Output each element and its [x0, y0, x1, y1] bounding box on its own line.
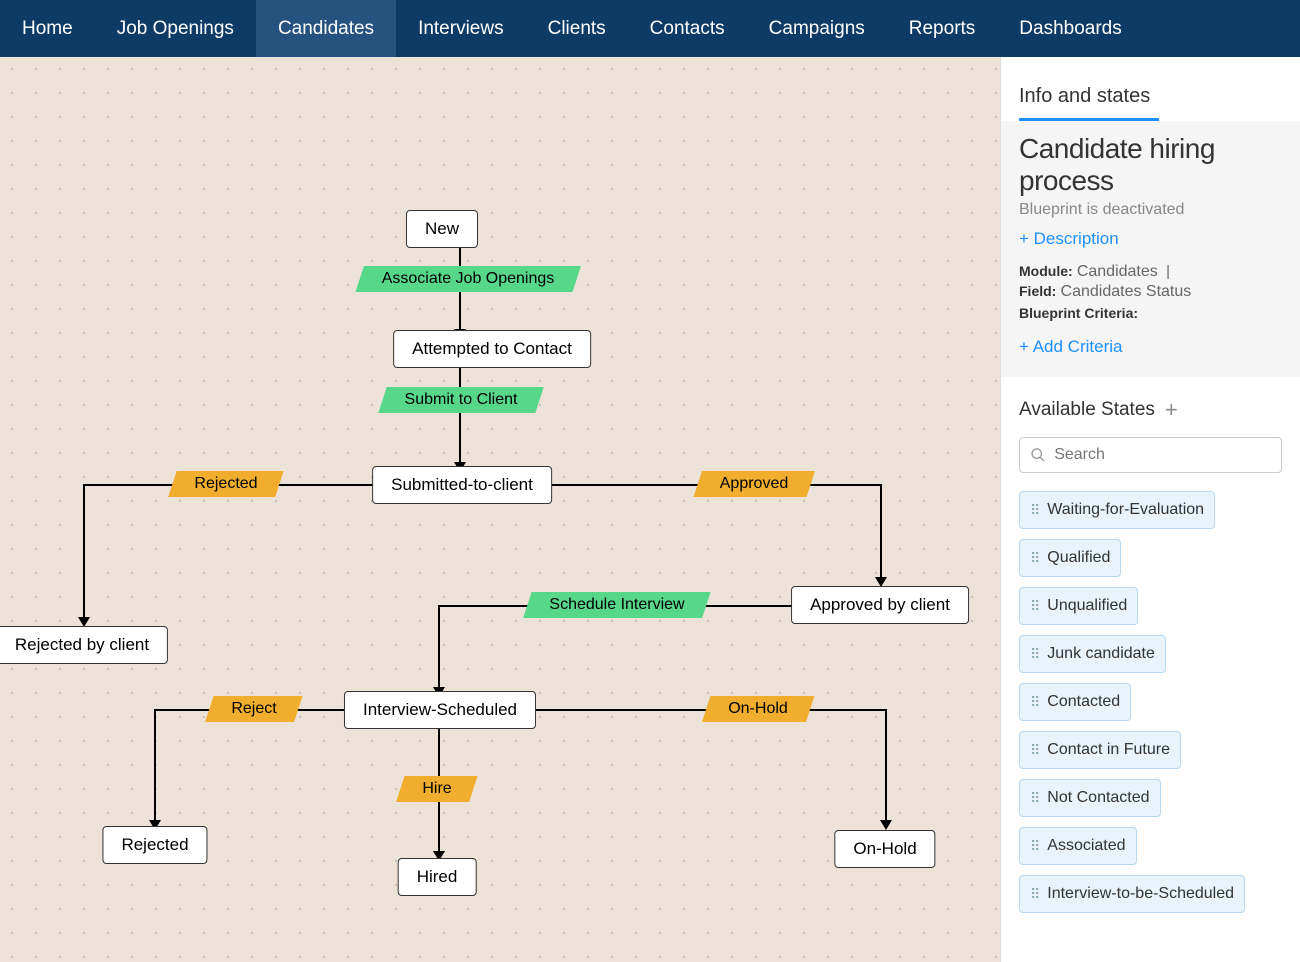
blueprint-status: Blueprint is deactivated: [1019, 201, 1282, 219]
grip-icon: ⠿: [1030, 694, 1039, 711]
grip-icon: ⠿: [1030, 646, 1039, 663]
transition-submit-to-client[interactable]: Submit to Client: [378, 387, 543, 413]
grip-icon: ⠿: [1030, 838, 1039, 855]
nav-tab-clients[interactable]: Clients: [526, 0, 628, 57]
side-panel: Info and states Candidate hiring process…: [1000, 57, 1300, 962]
transition-associate[interactable]: Associate Job Openings: [356, 266, 581, 292]
state-node-hired[interactable]: Hired: [398, 858, 477, 896]
state-chip[interactable]: ⠿ Associated: [1019, 827, 1137, 865]
available-states-title: Available States +: [1019, 397, 1282, 423]
arrowhead-icon: [880, 820, 892, 830]
available-states-section: Available States + ⠿ Waiting-for-Evaluati…: [1001, 377, 1300, 933]
state-chip[interactable]: ⠿ Waiting-for-Evaluation: [1019, 491, 1215, 529]
blueprint-title: Candidate hiring process: [1019, 133, 1282, 197]
state-chip-label: Contacted: [1047, 693, 1120, 711]
state-chip[interactable]: ⠿ Interview-to-be-Scheduled: [1019, 875, 1245, 913]
state-chip[interactable]: ⠿ Unqualified: [1019, 587, 1138, 625]
connector: [154, 709, 156, 827]
transition-onhold[interactable]: On-Hold: [702, 696, 814, 722]
transition-rejected[interactable]: Rejected: [168, 471, 284, 497]
state-chip-label: Waiting-for-Evaluation: [1047, 501, 1204, 519]
field-row: Field: Candidates Status: [1019, 283, 1282, 301]
connector: [885, 709, 887, 827]
states-list: ⠿ Waiting-for-Evaluation ⠿ Qualified ⠿ Unqual…: [1019, 491, 1282, 913]
state-chip[interactable]: ⠿ Junk candidate: [1019, 635, 1166, 673]
state-chip-label: Contact in Future: [1047, 741, 1170, 759]
state-chip-label: Qualified: [1047, 549, 1110, 567]
transition-hire[interactable]: Hire: [396, 776, 478, 802]
criteria-label: Blueprint Criteria:: [1019, 305, 1282, 321]
module-row: Module: Candidates |: [1019, 263, 1282, 281]
nav-tab-dashboards[interactable]: Dashboards: [997, 0, 1143, 57]
connector: [83, 484, 85, 624]
transition-approved[interactable]: Approved: [694, 471, 815, 497]
add-description-link[interactable]: + Description: [1019, 229, 1282, 249]
state-node-rejected[interactable]: Rejected: [102, 826, 207, 864]
nav-tab-job-openings[interactable]: Job Openings: [95, 0, 256, 57]
grip-icon: ⠿: [1030, 550, 1039, 567]
state-chip-label: Associated: [1047, 837, 1125, 855]
state-search-input[interactable]: [1054, 446, 1271, 464]
state-node-onhold[interactable]: On-Hold: [834, 830, 935, 868]
transition-schedule-interview[interactable]: Schedule Interview: [523, 592, 711, 618]
state-chip-label: Not Contacted: [1047, 789, 1149, 807]
connector: [880, 484, 882, 584]
grip-icon: ⠿: [1030, 598, 1039, 615]
state-chip-label: Interview-to-be-Scheduled: [1047, 885, 1234, 903]
grip-icon: ⠿: [1030, 502, 1039, 519]
state-chip[interactable]: ⠿ Qualified: [1019, 539, 1121, 577]
connector: [438, 605, 440, 693]
add-state-icon[interactable]: +: [1165, 397, 1178, 423]
nav-tab-home[interactable]: Home: [0, 0, 95, 57]
blueprint-canvas[interactable]: New Attempted to Contact Submitted-to-cl…: [0, 57, 1000, 962]
state-node-approved-by-client[interactable]: Approved by client: [791, 586, 969, 624]
top-nav: HomeJob OpeningsCandidatesInterviewsClie…: [0, 0, 1300, 57]
state-chip[interactable]: ⠿ Contacted: [1019, 683, 1131, 721]
grip-icon: ⠿: [1030, 742, 1039, 759]
transition-reject[interactable]: Reject: [205, 696, 303, 722]
connector: [459, 365, 461, 468]
side-tab-info[interactable]: Info and states: [1001, 57, 1300, 118]
state-node-submitted[interactable]: Submitted-to-client: [372, 466, 552, 504]
add-criteria-link[interactable]: + Add Criteria: [1019, 337, 1282, 357]
state-node-attempted[interactable]: Attempted to Contact: [393, 330, 591, 368]
nav-tab-contacts[interactable]: Contacts: [628, 0, 747, 57]
nav-tab-candidates[interactable]: Candidates: [256, 0, 396, 57]
state-node-rejected-by-client[interactable]: Rejected by client: [0, 626, 168, 664]
state-node-interview-scheduled[interactable]: Interview-Scheduled: [344, 691, 536, 729]
state-chip-label: Junk candidate: [1047, 645, 1155, 663]
state-chip[interactable]: ⠿ Not Contacted: [1019, 779, 1161, 817]
state-search-box[interactable]: [1019, 437, 1282, 473]
blueprint-info-section: Candidate hiring process Blueprint is de…: [1001, 121, 1300, 377]
state-chip-label: Unqualified: [1047, 597, 1127, 615]
nav-tab-interviews[interactable]: Interviews: [396, 0, 526, 57]
grip-icon: ⠿: [1030, 886, 1039, 903]
state-node-new[interactable]: New: [406, 210, 478, 248]
search-icon: [1030, 446, 1046, 464]
state-chip[interactable]: ⠿ Contact in Future: [1019, 731, 1181, 769]
nav-tab-campaigns[interactable]: Campaigns: [747, 0, 887, 57]
nav-tab-reports[interactable]: Reports: [887, 0, 998, 57]
grip-icon: ⠿: [1030, 790, 1039, 807]
